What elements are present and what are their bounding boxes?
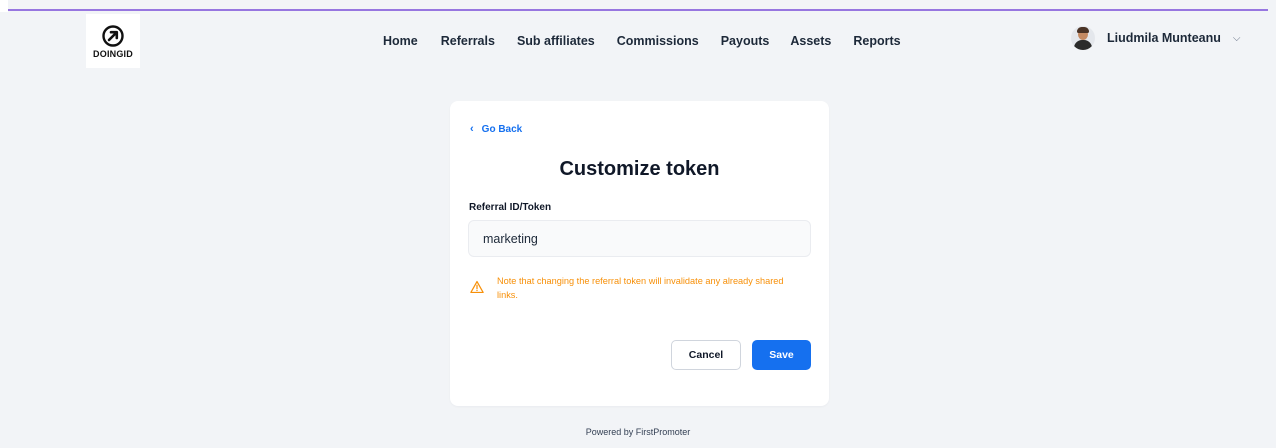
referral-token-label: Referral ID/Token: [469, 202, 552, 213]
nav-item-referrals[interactable]: Referrals: [441, 34, 495, 48]
nav-item-reports[interactable]: Reports: [853, 34, 900, 48]
top-accent-bar: [8, 9, 1268, 11]
referral-token-input[interactable]: [468, 220, 811, 257]
page-title: Customize token: [559, 158, 720, 180]
customize-token-card: ‹ Go Back Customize token Referral ID/To…: [450, 101, 829, 406]
brand-logo-text: DOINGID: [93, 48, 133, 59]
top-left-gap: [0, 0, 8, 12]
avatar-hair: [1077, 27, 1089, 33]
powered-by-footer: Powered by FirstPromoter: [585, 427, 691, 437]
cancel-button[interactable]: Cancel: [671, 340, 741, 370]
nav-item-commissions[interactable]: Commissions: [617, 34, 699, 48]
avatar-body: [1074, 40, 1092, 50]
user-name: Liudmila Munteanu: [1107, 31, 1221, 45]
avatar: [1071, 26, 1095, 50]
user-menu[interactable]: Liudmila Munteanu ⌵: [1071, 26, 1240, 50]
chevron-left-icon: ‹: [470, 123, 474, 135]
nav-item-assets[interactable]: Assets: [790, 34, 831, 48]
warning-note: Note that changing the referral token wi…: [470, 274, 800, 302]
main-nav: Home Referrals Sub affiliates Commission…: [383, 34, 901, 48]
nav-item-payouts[interactable]: Payouts: [721, 34, 770, 48]
chevron-down-icon[interactable]: ⌵: [1233, 33, 1241, 44]
go-back-label: Go Back: [481, 123, 523, 135]
nav-item-sub-affiliates[interactable]: Sub affiliates: [517, 34, 595, 48]
warning-text: Note that changing the referral token wi…: [497, 276, 784, 300]
brand-logo[interactable]: DOINGID: [86, 14, 140, 68]
save-button[interactable]: Save: [752, 340, 811, 370]
nav-item-home[interactable]: Home: [383, 34, 418, 48]
arrow-circle-icon: [102, 24, 124, 47]
warning-triangle-icon: [470, 280, 484, 294]
top-accent-line: [0, 0, 1276, 12]
go-back-link[interactable]: ‹ Go Back: [470, 123, 522, 135]
